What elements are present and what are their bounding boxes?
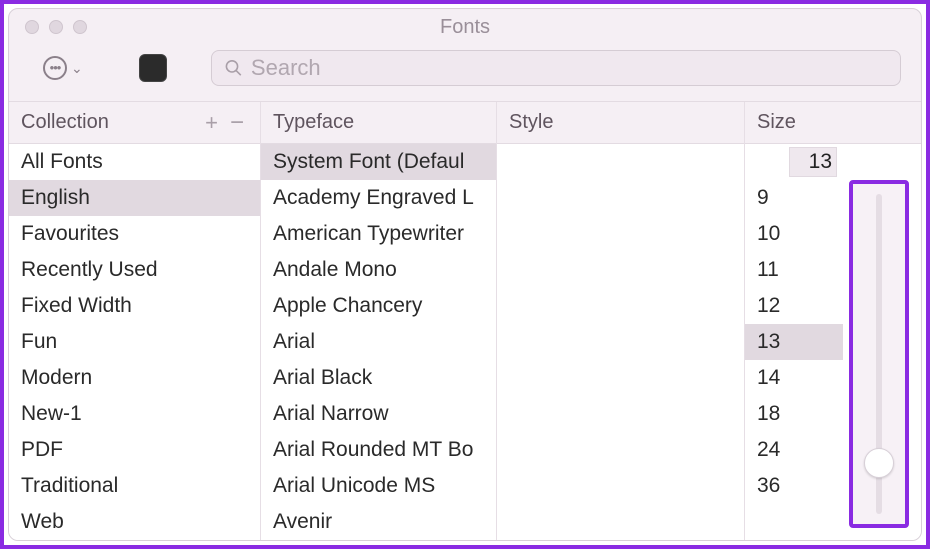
typeface-column: Typeface System Font (DefaulAcademy Engr… (261, 102, 497, 540)
size-list: 91011121314182436 (745, 180, 843, 540)
size-slider[interactable] (849, 180, 909, 528)
search-icon (224, 58, 243, 78)
style-list (497, 144, 744, 540)
list-item[interactable]: Fixed Width (9, 288, 260, 324)
search-field[interactable] (211, 50, 901, 86)
list-item[interactable]: 10 (745, 216, 843, 252)
list-item[interactable]: 18 (745, 396, 843, 432)
columns-area: Collection + − All FontsEnglishFavourite… (9, 101, 921, 540)
slider-thumb[interactable] (864, 448, 894, 478)
actions-menu-button[interactable]: ••• ⌄ (43, 56, 83, 80)
size-column: Size 91011121314182436 (745, 102, 921, 540)
list-item[interactable]: All Fonts (9, 144, 260, 180)
list-item[interactable]: PDF (9, 432, 260, 468)
zoom-window-button[interactable] (73, 20, 87, 34)
list-item[interactable]: 36 (745, 468, 843, 504)
list-item[interactable]: 9 (745, 180, 843, 216)
collection-header-label: Collection (21, 111, 109, 134)
collection-column: Collection + − All FontsEnglishFavourite… (9, 102, 261, 540)
list-item[interactable]: Academy Engraved L (261, 180, 496, 216)
list-item[interactable]: 24 (745, 432, 843, 468)
list-item[interactable]: American Typewriter (261, 216, 496, 252)
size-lower: 91011121314182436 (745, 180, 921, 540)
size-input-row (745, 144, 921, 180)
traffic-lights (9, 20, 87, 34)
list-item[interactable]: 11 (745, 252, 843, 288)
typeface-header-label: Typeface (273, 111, 354, 134)
style-header[interactable]: Style (497, 102, 744, 144)
highlight-frame: Fonts ••• ⌄ Collection + − All FontsEn (0, 0, 930, 549)
list-item[interactable]: English (9, 180, 260, 216)
window-title: Fonts (9, 16, 921, 39)
list-item[interactable]: Arial Unicode MS (261, 468, 496, 504)
typeface-header[interactable]: Typeface (261, 102, 496, 144)
list-item[interactable]: 14 (745, 360, 843, 396)
style-header-label: Style (509, 111, 553, 134)
list-item[interactable]: Avenir (261, 504, 496, 540)
minimize-window-button[interactable] (49, 20, 63, 34)
close-window-button[interactable] (25, 20, 39, 34)
list-item[interactable]: Web (9, 504, 260, 540)
collection-list: All FontsEnglishFavouritesRecently UsedF… (9, 144, 260, 540)
list-item[interactable]: Arial (261, 324, 496, 360)
size-input[interactable] (789, 147, 837, 177)
chevron-down-icon: ⌄ (71, 60, 83, 77)
list-item[interactable]: Recently Used (9, 252, 260, 288)
remove-collection-button[interactable]: − (230, 109, 244, 137)
list-item[interactable]: Andale Mono (261, 252, 496, 288)
search-input[interactable] (251, 55, 888, 81)
list-item[interactable]: Traditional (9, 468, 260, 504)
list-item[interactable]: Apple Chancery (261, 288, 496, 324)
list-item[interactable]: Arial Black (261, 360, 496, 396)
title-bar: Fonts (9, 9, 921, 45)
list-item[interactable]: Arial Rounded MT Bo (261, 432, 496, 468)
list-item[interactable]: Favourites (9, 216, 260, 252)
fonts-window: Fonts ••• ⌄ Collection + − All FontsEn (8, 8, 922, 541)
list-item[interactable]: 12 (745, 288, 843, 324)
list-item[interactable]: New-1 (9, 396, 260, 432)
add-collection-button[interactable]: + (205, 110, 218, 136)
style-column: Style (497, 102, 745, 540)
toolbar: ••• ⌄ (9, 45, 921, 101)
list-item[interactable]: Arial Narrow (261, 396, 496, 432)
size-header[interactable]: Size (745, 102, 921, 144)
size-header-label: Size (757, 111, 796, 134)
list-item[interactable]: System Font (Defaul (261, 144, 496, 180)
list-item[interactable]: Fun (9, 324, 260, 360)
typeface-list: System Font (DefaulAcademy Engraved LAme… (261, 144, 496, 540)
color-swatch-button[interactable] (139, 54, 167, 82)
list-item[interactable]: 13 (745, 324, 843, 360)
ellipsis-circle-icon: ••• (43, 56, 67, 80)
collection-header[interactable]: Collection + − (9, 102, 260, 144)
list-item[interactable]: Modern (9, 360, 260, 396)
